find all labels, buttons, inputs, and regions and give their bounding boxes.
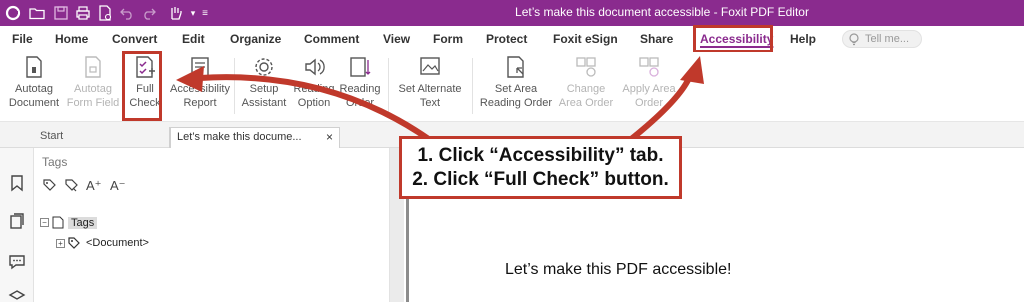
tab-start[interactable]: Start [34, 127, 170, 148]
comment-icon[interactable] [8, 252, 26, 270]
tree-node-tags[interactable]: − Tags [40, 216, 98, 229]
set-area-icon [507, 56, 524, 78]
set-alternate-text-button[interactable]: Set Alternate Text [394, 54, 466, 110]
accessibility-report-button[interactable]: Accessibility Report [170, 54, 230, 110]
autotag-form-field-label-2: Form Field [66, 97, 120, 109]
accessibility-report-icon [191, 57, 209, 77]
increase-font-icon[interactable]: A⁺ [86, 178, 102, 193]
reading-option-label-2: Option [297, 97, 331, 109]
tag-options-icon[interactable] [42, 178, 58, 192]
menu-convert[interactable]: Convert [112, 32, 157, 46]
document-icon [52, 216, 64, 229]
tags-panel: Tags A⁺ A⁻ − Tags + <Document> [34, 148, 390, 302]
autotag-document-label-2: Document [8, 97, 60, 109]
autotag-form-field-button[interactable]: Autotag Form Field [64, 54, 122, 110]
autotag-document-button[interactable]: Autotag Document [4, 54, 64, 110]
autotag-document-label-1: Autotag [15, 83, 53, 95]
apply-area-order-label-2: Order [634, 97, 664, 109]
tree-node-tags-label: Tags [68, 216, 98, 229]
menu-share[interactable]: Share [640, 32, 673, 46]
autotag-document-icon [26, 56, 42, 78]
lightbulb-icon [849, 33, 859, 46]
change-area-order-icon [576, 57, 596, 77]
change-area-order-label-1: Change [566, 83, 606, 95]
alternate-text-icon [420, 57, 440, 75]
menu-home[interactable]: Home [55, 32, 88, 46]
pages-icon[interactable] [8, 212, 26, 230]
set-area-reading-order-label-1: Set Area [494, 83, 538, 95]
reading-order-label-2: Order [345, 97, 375, 109]
autotag-form-field-label-1: Autotag [74, 83, 112, 95]
ribbon-separator [388, 58, 389, 114]
reading-order-label-1: Reading [339, 83, 381, 95]
autotag-form-field-icon [85, 56, 101, 78]
callout-line-1: 1. Click “Accessibility” tab. [417, 145, 664, 166]
window-title: Let’s make this document accessible - Fo… [515, 5, 809, 19]
set-area-reading-order-button[interactable]: Set Area Reading Order [478, 54, 554, 110]
reading-option-button[interactable]: Reading Option [292, 54, 336, 110]
menu-protect[interactable]: Protect [486, 32, 527, 46]
apply-area-order-button[interactable]: Apply Area Order [618, 54, 680, 110]
menu-foxit-esign[interactable]: Foxit eSign [553, 32, 618, 46]
tag-icon [68, 237, 80, 249]
tab-document[interactable]: Let’s make this docume... × [170, 127, 340, 148]
tree-node-document-label: <Document> [86, 237, 149, 249]
apply-area-order-label-1: Apply Area [622, 83, 676, 95]
menu-view[interactable]: View [383, 32, 410, 46]
tell-me-placeholder: Tell me... [865, 33, 910, 45]
title-bar: ▾ ≡ Let’s make this document accessible … [0, 0, 1024, 26]
change-area-order-button[interactable]: Change Area Order [556, 54, 616, 110]
ribbon-separator [234, 58, 235, 114]
accessibility-report-label-1: Accessibility [170, 83, 230, 95]
menu-organize[interactable]: Organize [230, 32, 281, 46]
set-alternate-text-label-2: Text [419, 97, 441, 109]
set-alternate-text-label-1: Set Alternate [398, 83, 462, 95]
menu-help[interactable]: Help [790, 32, 816, 46]
collapse-icon[interactable]: − [40, 218, 49, 227]
tree-node-document[interactable]: + <Document> [56, 237, 149, 249]
full-check-highlight [122, 51, 162, 121]
tags-panel-title: Tags [42, 155, 68, 169]
layers-icon[interactable] [8, 288, 26, 302]
gear-icon [255, 58, 273, 76]
menu-comment[interactable]: Comment [304, 32, 359, 46]
document-body-text: Let’s make this PDF accessible! [505, 261, 732, 278]
reading-option-label-1: Reading [293, 83, 335, 95]
instruction-callout: 1. Click “Accessibility” tab. 2. Click “… [399, 136, 682, 199]
bookmark-icon[interactable] [8, 174, 26, 192]
menu-file[interactable]: File [12, 32, 33, 46]
menu-form[interactable]: Form [433, 32, 463, 46]
expand-icon[interactable]: + [56, 238, 65, 248]
setup-assistant-label-2: Assistant [241, 97, 287, 109]
decrease-font-icon[interactable]: A⁻ [110, 178, 126, 193]
tell-me-search[interactable]: Tell me... [842, 30, 922, 48]
accessibility-report-label-2: Report [183, 97, 217, 109]
page-edge [406, 196, 409, 302]
setup-assistant-label-1: Setup [249, 83, 279, 95]
set-area-reading-order-label-2: Reading Order [479, 97, 553, 109]
reading-order-button[interactable]: Reading Order [338, 54, 382, 110]
tab-document-label: Let’s make this docume... [177, 131, 302, 143]
speaker-icon [305, 58, 325, 76]
close-tab-button[interactable]: × [326, 130, 333, 144]
ribbon-separator [472, 58, 473, 114]
apply-area-order-icon [639, 57, 659, 77]
change-area-order-label-2: Area Order [558, 97, 614, 109]
menu-edit[interactable]: Edit [182, 32, 205, 46]
callout-line-2: 2. Click “Full Check” button. [412, 169, 669, 190]
navigation-sidebar [0, 148, 34, 302]
tab-start-label: Start [40, 130, 64, 142]
setup-assistant-button[interactable]: Setup Assistant [238, 54, 290, 110]
tag-find-icon[interactable] [64, 178, 80, 192]
accessibility-tab-highlight [693, 25, 773, 53]
reading-order-icon [350, 57, 371, 77]
